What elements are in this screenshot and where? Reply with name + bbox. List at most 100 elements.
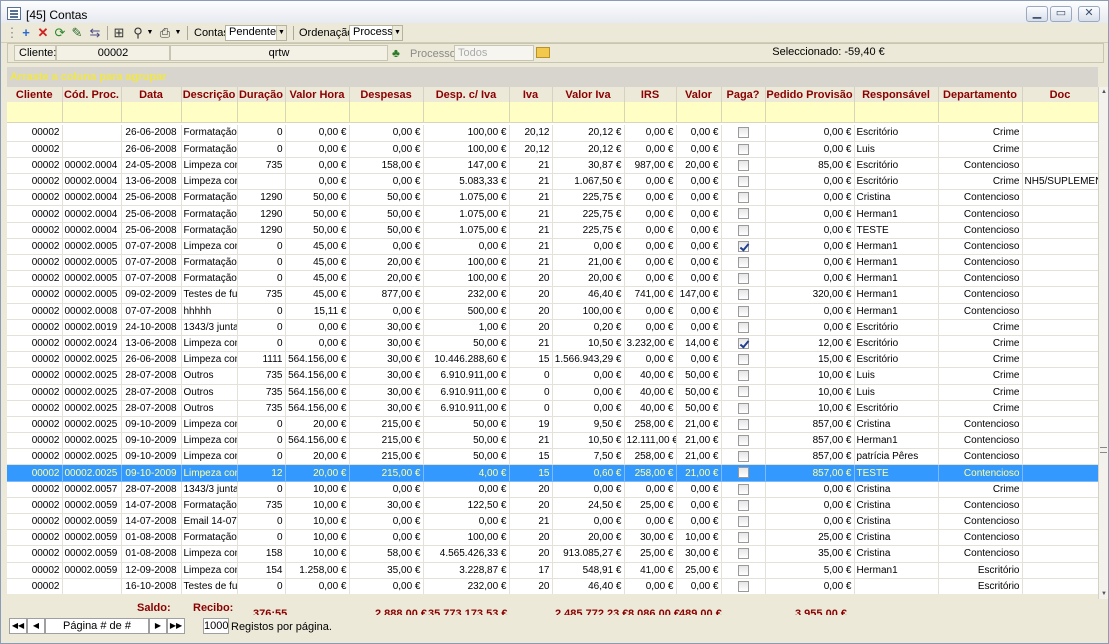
table-cell[interactable]: Contencioso: [938, 529, 1023, 547]
table-cell[interactable]: 00002: [7, 545, 63, 563]
table-cell[interactable]: Crime: [938, 384, 1023, 401]
table-cell[interactable]: 0,00 €: [676, 497, 722, 515]
table-cell[interactable]: 09-10-2009: [121, 432, 182, 450]
table-cell[interactable]: 00002: [7, 222, 63, 239]
table-row[interactable]: 00002 00002.0004 25-06-2008 Formatação 1290 5…: [7, 205, 1098, 223]
table-cell[interactable]: 00002.0025: [62, 416, 122, 434]
table-cell[interactable]: Outros: [181, 367, 238, 385]
table-cell[interactable]: 100,00 €: [423, 270, 510, 288]
paga-checkbox[interactable]: [737, 499, 749, 511]
table-cell[interactable]: 00002: [7, 562, 63, 579]
table-cell[interactable]: 147,00 €: [423, 157, 510, 175]
table-cell[interactable]: 85,00 €: [765, 157, 855, 175]
table-cell[interactable]: 0: [237, 448, 286, 466]
table-cell[interactable]: [1022, 545, 1098, 563]
table-cell[interactable]: 1.258,00 €: [285, 562, 350, 579]
table-cell[interactable]: 4,00 €: [423, 464, 510, 482]
table-cell[interactable]: Escritório: [854, 335, 939, 353]
paga-checkbox[interactable]: [737, 256, 749, 268]
table-cell[interactable]: [62, 141, 122, 158]
column-header[interactable]: Cód. Proc.: [62, 87, 122, 102]
table-cell[interactable]: 10,00 €: [285, 529, 350, 547]
paga-checkbox[interactable]: [737, 532, 749, 544]
table-cell[interactable]: 147,00 €: [676, 286, 722, 304]
table-cell[interactable]: 41,00 €: [624, 562, 677, 579]
table-cell[interactable]: 857,00 €: [765, 432, 855, 450]
paga-checkbox[interactable]: [737, 240, 749, 252]
table-cell[interactable]: [1022, 481, 1098, 498]
table-cell[interactable]: 100,00 €: [552, 303, 625, 320]
table-cell[interactable]: 232,00 €: [423, 578, 510, 595]
table-cell[interactable]: 12-09-2008: [121, 562, 182, 579]
table-cell[interactable]: 100,00 €: [423, 125, 510, 142]
table-cell[interactable]: 20,00 €: [285, 464, 350, 482]
table-cell[interactable]: 00002: [7, 529, 63, 547]
table-cell[interactable]: 20,00 €: [552, 529, 625, 547]
table-cell[interactable]: 0,00 €: [624, 205, 677, 223]
paga-checkbox[interactable]: [737, 354, 749, 366]
table-cell[interactable]: 0,00 €: [676, 513, 722, 531]
table-cell[interactable]: 10,00 €: [285, 513, 350, 531]
table-cell[interactable]: 45,00 €: [285, 270, 350, 288]
table-cell[interactable]: 0: [509, 367, 553, 385]
table-cell[interactable]: [1022, 205, 1098, 223]
table-cell[interactable]: 0,00 €: [285, 578, 350, 595]
table-cell[interactable]: Cristina: [854, 497, 939, 515]
table-cell[interactable]: 00002.0025: [62, 367, 122, 385]
table-cell[interactable]: 25,00 €: [624, 545, 677, 563]
paga-checkbox[interactable]: [737, 564, 749, 576]
table-cell[interactable]: 0,00 €: [423, 238, 510, 256]
table-row[interactable]: 00002 26-06-2008 Formatação 0 0,00 €0,00 €10…: [7, 125, 1098, 142]
table-cell[interactable]: Cristina: [854, 189, 939, 207]
table-cell[interactable]: 09-10-2009: [121, 416, 182, 434]
table-cell[interactable]: 50,00 €: [285, 189, 350, 207]
table-row[interactable]: 00002 00002.0004 25-06-2008 Formatação 1290 5…: [7, 189, 1098, 207]
table-cell[interactable]: 00002.0004: [62, 189, 122, 207]
paga-checkbox[interactable]: [737, 402, 749, 414]
table-cell[interactable]: 00002: [7, 270, 63, 288]
table-cell[interactable]: 0: [509, 384, 553, 401]
table-cell[interactable]: Crime: [938, 335, 1023, 353]
table-cell[interactable]: 21,00 €: [676, 416, 722, 434]
table-cell[interactable]: 07-07-2008: [121, 303, 182, 320]
table-cell[interactable]: 45,00 €: [285, 254, 350, 272]
table-cell[interactable]: 40,00 €: [624, 400, 677, 417]
table-cell[interactable]: 0: [509, 400, 553, 417]
table-cell[interactable]: Limpeza comp: [181, 545, 238, 563]
paga-checkbox[interactable]: [737, 451, 749, 463]
table-cell[interactable]: 0: [237, 513, 286, 531]
table-cell[interactable]: 0: [237, 254, 286, 272]
table-cell[interactable]: [1022, 529, 1098, 547]
table-cell[interactable]: 735: [237, 384, 286, 401]
table-cell[interactable]: Crime: [938, 351, 1023, 369]
table-row[interactable]: 0000200002.002526-06-2008Limpeza comp111…: [7, 351, 1098, 369]
table-cell[interactable]: Contencioso: [938, 238, 1023, 256]
table-cell[interactable]: 0,00 €: [765, 238, 855, 256]
table-cell[interactable]: 00002.0005: [62, 238, 122, 256]
column-filter-cell[interactable]: [285, 102, 350, 123]
table-cell[interactable]: Escritório: [854, 319, 939, 336]
table-cell[interactable]: 16-10-2008: [121, 578, 182, 595]
column-filter-cell[interactable]: [509, 102, 553, 123]
table-cell[interactable]: 0,00 €: [676, 189, 722, 207]
paga-checkbox[interactable]: [737, 386, 749, 398]
table-cell[interactable]: 15,11 €: [285, 303, 350, 320]
table-cell[interactable]: 00002: [7, 513, 63, 531]
paga-checkbox[interactable]: [737, 192, 749, 204]
table-cell[interactable]: 0,00 €: [624, 303, 677, 320]
table-cell[interactable]: [1022, 432, 1098, 450]
table-cell[interactable]: [237, 173, 286, 191]
column-filter-cell[interactable]: [7, 102, 63, 123]
print-icon[interactable]: ⎙: [157, 25, 173, 41]
table-cell[interactable]: 0,00 €: [676, 319, 722, 336]
page-size-input[interactable]: 1000: [203, 618, 229, 634]
table-cell[interactable]: [62, 125, 122, 142]
close-button[interactable]: ✕: [1078, 6, 1100, 22]
table-cell[interactable]: 00002.0059: [62, 529, 122, 547]
column-filter-cell[interactable]: [121, 102, 182, 123]
table-cell[interactable]: 35,00 €: [765, 545, 855, 563]
paga-checkbox[interactable]: [737, 273, 749, 285]
table-cell[interactable]: 215,00 €: [349, 432, 424, 450]
table-cell[interactable]: 1.075,00 €: [423, 189, 510, 207]
table-cell[interactable]: [1022, 125, 1098, 142]
